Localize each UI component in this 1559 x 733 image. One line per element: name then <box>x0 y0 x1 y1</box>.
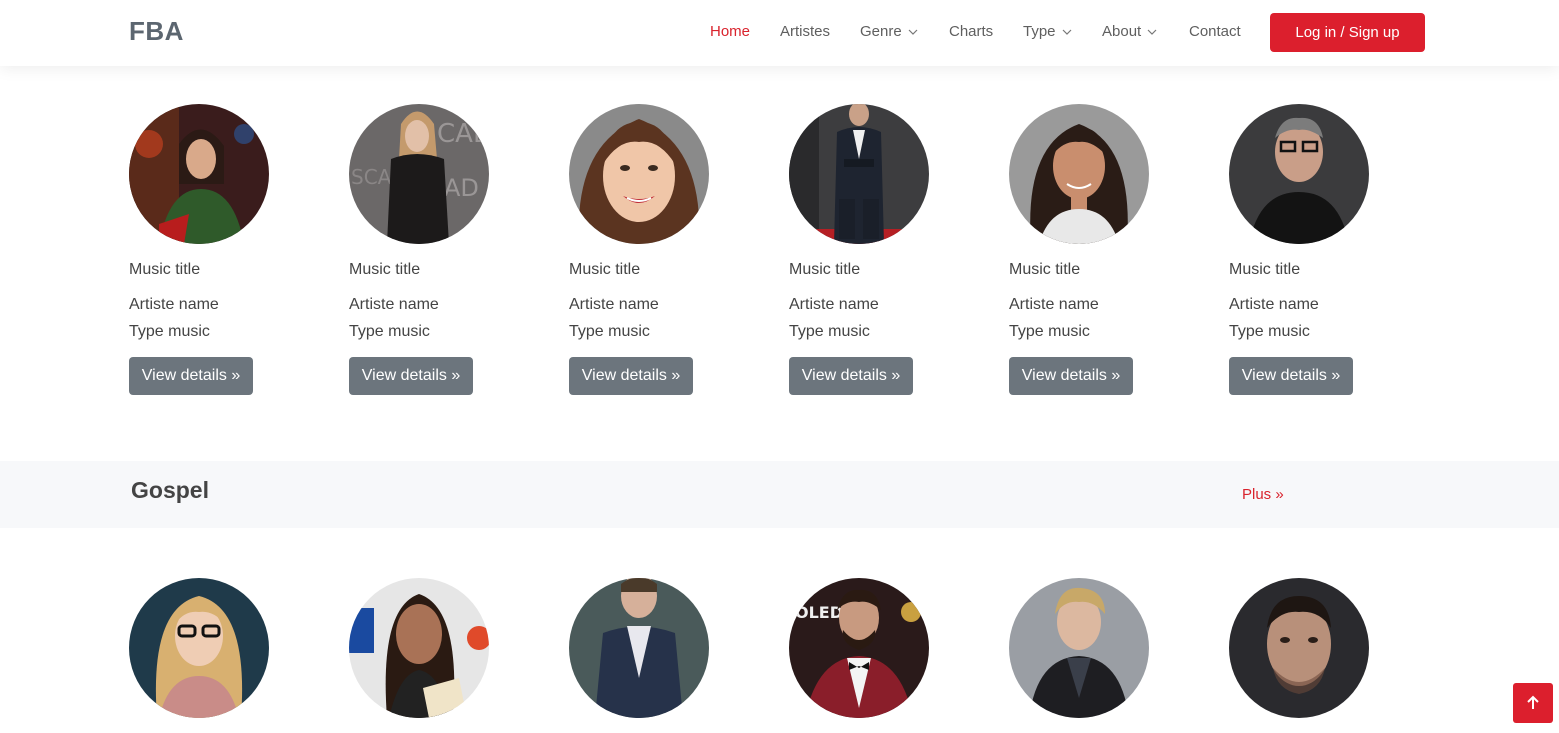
artist-avatar[interactable] <box>129 104 269 244</box>
site-logo[interactable]: FBA <box>129 16 184 47</box>
artist-avatar[interactable] <box>569 578 709 718</box>
music-type: Type music <box>569 323 650 340</box>
nav-item-label: Artistes <box>780 23 831 40</box>
nav-item-type[interactable]: Type <box>1023 23 1072 40</box>
view-details-button[interactable]: View details » <box>569 357 693 395</box>
music-type: Type music <box>789 323 870 340</box>
music-type: Type music <box>1009 323 1090 340</box>
music-card: Music title Artiste name Type music View… <box>129 104 309 395</box>
section-header: Gospel Plus » <box>0 461 1559 528</box>
artist-avatar[interactable] <box>1229 104 1369 244</box>
nav-item-artistes[interactable]: Artistes <box>780 23 830 40</box>
music-card: Music title Artiste name Type music View… <box>569 104 749 395</box>
artist-avatar[interactable] <box>1229 578 1369 718</box>
artist-name: Artiste name <box>1009 296 1099 313</box>
music-card: Music title Artiste name Type music View… <box>1229 104 1409 395</box>
nav-item-home[interactable]: Home <box>710 23 750 40</box>
svg-text:AD: AD <box>444 174 479 202</box>
arrow-up-icon <box>1527 695 1539 709</box>
artist-avatar[interactable] <box>1009 578 1149 718</box>
view-details-button[interactable]: View details » <box>789 357 913 395</box>
scroll-top-button[interactable] <box>1513 683 1553 723</box>
artist-avatar[interactable]: CAD AD SCA <box>349 104 489 244</box>
music-title: Music title <box>129 261 201 278</box>
artist-name: Artiste name <box>569 296 659 313</box>
music-title: Music title <box>1229 261 1301 278</box>
chevron-down-icon <box>908 29 918 35</box>
view-details-button[interactable]: View details » <box>129 357 253 395</box>
artist-name: Artiste name <box>129 296 219 313</box>
artist-name: Artiste name <box>349 296 439 313</box>
view-details-button[interactable]: View details » <box>349 357 473 395</box>
artist-name: Artiste name <box>1229 296 1319 313</box>
music-type: Type music <box>1229 323 1310 340</box>
view-details-button[interactable]: View details » <box>1229 357 1353 395</box>
nav-item-label: Contact <box>1189 23 1241 40</box>
artist-avatar[interactable] <box>789 104 929 244</box>
music-card: CAD AD SCA Music title Artiste name Type… <box>349 104 529 395</box>
music-title: Music title <box>349 261 421 278</box>
artist-name: Artiste name <box>789 296 879 313</box>
nav-item-genre[interactable]: Genre <box>860 23 918 40</box>
artist-avatar[interactable] <box>569 104 709 244</box>
view-details-button[interactable]: View details » <box>1009 357 1133 395</box>
music-title: Music title <box>1009 261 1081 278</box>
artist-avatar[interactable] <box>349 578 489 718</box>
svg-text:SCA: SCA <box>351 165 392 189</box>
nav-item-label: Home <box>710 23 751 40</box>
nav-item-contact[interactable]: Contact <box>1189 23 1241 40</box>
artist-avatar[interactable] <box>1009 104 1149 244</box>
music-card: Music title Artiste name Type music View… <box>1009 104 1189 395</box>
login-signup-button[interactable]: Log in / Sign up <box>1270 13 1425 52</box>
section-title: Gospel <box>131 477 209 503</box>
svg-text:OLED: OLED <box>795 603 843 622</box>
nav-item-label: Genre <box>860 23 902 40</box>
nav-item-about[interactable]: About <box>1102 23 1157 40</box>
nav-item-label: Type <box>1023 23 1056 40</box>
section-more-link[interactable]: Plus » <box>1242 486 1284 503</box>
nav-item-charts[interactable]: Charts <box>949 23 993 40</box>
svg-text:CAD: CAD <box>437 119 489 149</box>
music-type: Type music <box>349 323 430 340</box>
music-card: Music title Artiste name Type music View… <box>789 104 969 395</box>
chevron-down-icon <box>1147 29 1157 35</box>
chevron-down-icon <box>1062 29 1071 35</box>
music-title: Music title <box>569 261 641 278</box>
nav-item-label: About <box>1102 23 1142 40</box>
music-title: Music title <box>789 261 861 278</box>
artist-avatar[interactable] <box>129 578 269 718</box>
nav-item-label: Charts <box>949 23 994 40</box>
music-type: Type music <box>129 323 210 340</box>
site-header: FBA Home Artistes Genre Charts Type Abou… <box>0 0 1559 66</box>
artist-avatar[interactable]: OLED <box>789 578 929 718</box>
